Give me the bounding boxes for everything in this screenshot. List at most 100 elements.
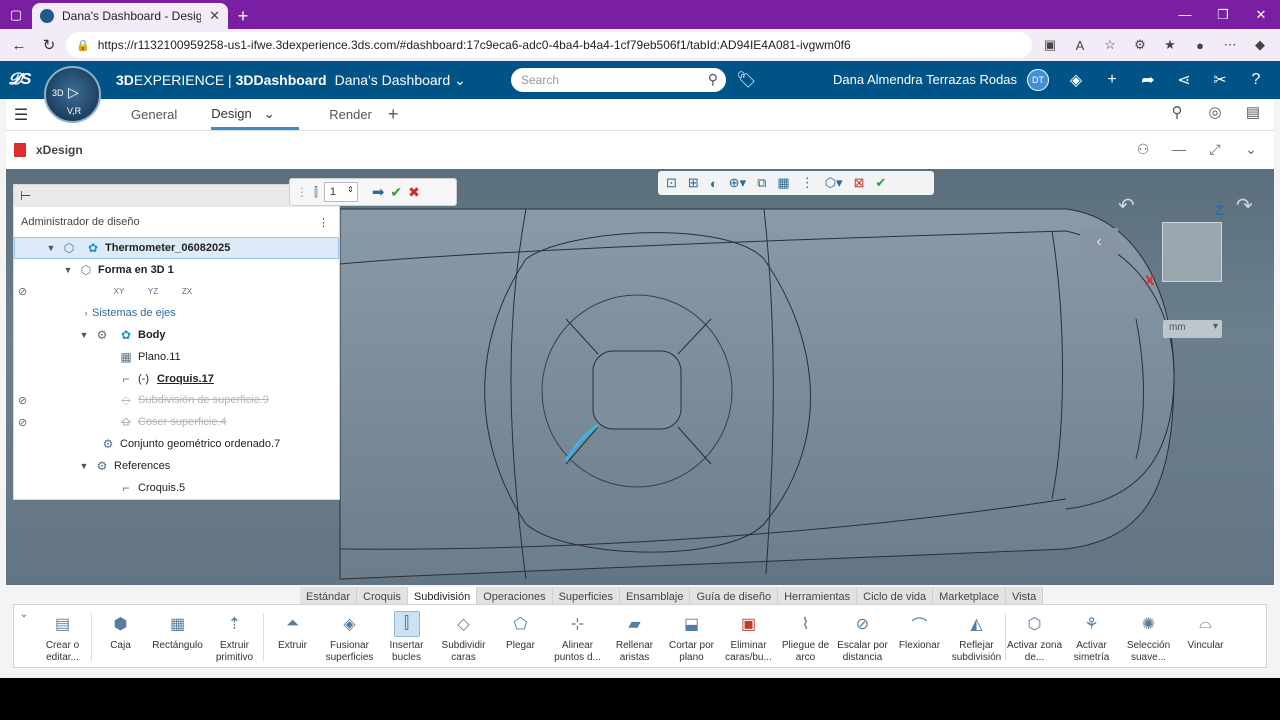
tree-row-sketch5[interactable]: ⌐ Croquis.5 <box>14 477 339 499</box>
collapse-panel-icon[interactable]: ‹ <box>1080 228 1118 256</box>
tab-render[interactable]: Render <box>329 107 372 122</box>
tree-row-axes[interactable]: › Sistemas de ejes <box>14 302 339 324</box>
extrude-primitive-button[interactable]: ⇡ Extruir primitivo <box>206 605 263 664</box>
cancel-x-icon[interactable]: ✖ <box>408 184 420 201</box>
expand-icon[interactable]: ▼ <box>78 330 90 340</box>
minimize-window-icon[interactable]: — <box>1166 0 1204 29</box>
flex-button[interactable]: ⌒ Flexionar <box>891 605 948 652</box>
minimize-widget-icon[interactable]: — <box>1170 141 1188 158</box>
collapse-action-bar-icon[interactable]: ⌄ <box>14 605 34 620</box>
site-info-icon[interactable]: 🔒 <box>76 39 90 52</box>
extensions-icon[interactable]: ⚙ <box>1126 32 1154 58</box>
tree-row-sew[interactable]: ⊘ ✿ Coser superficie.4 <box>14 411 339 433</box>
tree-row-root[interactable]: ▼ ⬡ ✿ Thermometer_06082025 <box>14 237 339 259</box>
align-points-button[interactable]: ⊹ Alinear puntos d... <box>549 605 606 664</box>
search-content-icon[interactable]: ⚲ <box>1164 103 1190 121</box>
create-edit-button[interactable]: ▤ Crear o editar... <box>34 605 91 664</box>
help-icon[interactable]: ? <box>1242 67 1270 93</box>
tag-icon[interactable]: 🏷 <box>736 70 756 90</box>
drag-handle-icon[interactable]: ⋮ <box>296 185 308 199</box>
tree-row-body[interactable]: ▼ ⚙ ✿ Body <box>14 324 339 346</box>
vr-icon[interactable]: ◎ <box>1202 103 1228 121</box>
ok-check-icon[interactable]: ✔ <box>390 184 402 201</box>
tree-structure-icon[interactable]: ⊢ <box>20 188 31 204</box>
mirror-subdivision-button[interactable]: ◭ Reflejar subdivisión <box>948 605 1005 664</box>
expand-icon[interactable]: ▼ <box>62 265 74 275</box>
tree-row-subdivision[interactable]: ⊘ ◇ Subdivisión de superficie.9 <box>14 390 339 412</box>
tree-menu-icon[interactable]: ⋮ <box>318 216 329 229</box>
zoom-area-icon[interactable]: ⊞ <box>688 175 699 191</box>
tab-actions-icon[interactable]: ▢ <box>0 0 32 29</box>
box-button[interactable]: ⬢ Caja <box>92 605 149 652</box>
reload-icon[interactable]: ↻ <box>36 32 62 58</box>
more-icon[interactable]: ⋯ <box>1216 32 1244 58</box>
hidden-eye-icon[interactable]: ⊘ <box>18 416 27 429</box>
tree-row-planes[interactable]: ⊘ XY YZ ZX <box>14 281 339 303</box>
close-window-icon[interactable]: ✕ <box>1242 0 1280 29</box>
network-icon[interactable]: ⋖ <box>1170 67 1198 93</box>
more-options-icon[interactable]: ⋮ <box>801 175 814 191</box>
plane-xy-icon[interactable]: XY <box>106 284 132 298</box>
activate-symmetry-button[interactable]: ⚘ Activar simetría <box>1063 605 1120 664</box>
plane-zx-icon[interactable]: ZX <box>174 284 200 298</box>
maximize-widget-icon[interactable]: ⤢ <box>1206 141 1224 158</box>
tools-icon[interactable]: ✂ <box>1206 67 1234 93</box>
avatar[interactable]: DT <box>1027 69 1049 91</box>
extrude-button[interactable]: ⏶ Extruir <box>264 605 321 652</box>
close-tab-icon[interactable]: ✕ <box>209 8 220 24</box>
back-icon[interactable]: ← <box>6 32 32 58</box>
comments-icon[interactable]: ▤ <box>1240 103 1266 121</box>
fit-all-icon[interactable]: ⊡ <box>666 175 677 191</box>
hidden-eye-icon[interactable]: ⊘ <box>18 285 27 298</box>
new-tab-icon[interactable]: + <box>228 3 258 29</box>
expand-icon[interactable]: › <box>80 308 92 318</box>
standard-views-icon[interactable]: ⬡▾ <box>825 175 843 191</box>
favorites-icon[interactable]: ★ <box>1156 32 1184 58</box>
subdivide-faces-button[interactable]: ◇ Subdividir caras <box>435 605 492 664</box>
tree-row-plane[interactable]: ▦ Plano.11 <box>14 346 339 368</box>
copilot-icon[interactable]: ◆ <box>1246 32 1274 58</box>
add-icon[interactable]: + <box>1098 67 1126 93</box>
read-aloud-icon[interactable]: A <box>1066 32 1094 58</box>
merge-surfaces-button[interactable]: ◈ Fusionar superficies <box>321 605 378 664</box>
hide-show-icon[interactable]: ▦ <box>777 175 789 191</box>
render-style-icon[interactable]: ◐ <box>710 176 718 191</box>
add-tab-icon[interactable]: + <box>388 104 399 125</box>
tree-row-sketch17[interactable]: ⌐ (-) Croquis.17 <box>14 368 339 390</box>
insert-loops-button[interactable]: ⫿ Insertar bucles <box>378 605 435 664</box>
fill-edges-button[interactable]: ▰ Rellenar aristas <box>606 605 663 664</box>
profile-icon[interactable]: ● <box>1186 32 1214 58</box>
share-icon[interactable]: ➦ <box>1134 67 1162 93</box>
tree-row-references[interactable]: ▼ ⚙ References <box>14 455 339 477</box>
rotate-left-icon[interactable]: ↶ <box>1118 193 1135 218</box>
link-button[interactable]: ⌓ Vincular <box>1177 605 1234 652</box>
compass-icon[interactable]: 3D ▷ V,R <box>44 66 101 123</box>
install-app-icon[interactable]: ▣ <box>1036 32 1064 58</box>
section-view-icon[interactable]: ⧉ <box>757 175 766 191</box>
user-name[interactable]: Dana Almendra Terrazas Rodas <box>833 72 1017 87</box>
search-icon[interactable]: ⚲ <box>708 71 718 88</box>
unit-select[interactable]: mm ▾ <box>1163 320 1222 338</box>
browser-tab[interactable]: Dana's Dashboard - Design ✕ <box>32 3 228 29</box>
search-input[interactable]: Search ⚲ <box>511 68 726 92</box>
favorite-star-icon[interactable]: ☆ <box>1096 32 1124 58</box>
hidden-eye-icon[interactable]: ⊘ <box>18 394 27 407</box>
rectangle-button[interactable]: ▦ Rectángulo <box>149 605 206 652</box>
view-cube[interactable] <box>1162 222 1222 282</box>
activate-zone-button[interactable]: ⬡ Activar zona de... <box>1006 605 1063 664</box>
tab-general[interactable]: General <box>131 107 177 122</box>
chevron-down-icon[interactable]: ⌄ <box>264 106 275 122</box>
expand-icon[interactable]: ▼ <box>78 461 90 471</box>
loop-count-stepper[interactable]: 1 ⇕ <box>323 182 358 202</box>
tree-row-geoset[interactable]: ⚙ Conjunto geométrico ordenado.7 <box>14 433 339 455</box>
rotate-right-icon[interactable]: ↷ <box>1236 193 1253 218</box>
tree-row-shape[interactable]: ▼ ⬡ Forma en 3D 1 <box>14 259 339 281</box>
restore-window-icon[interactable]: ❐ <box>1204 0 1242 29</box>
scale-distance-button[interactable]: ⊘ Escalar por distancia <box>834 605 891 664</box>
soft-selection-button[interactable]: ✺ Selección suave... <box>1120 605 1177 664</box>
validate-icon[interactable]: ✔ <box>875 175 886 191</box>
tab-design[interactable]: Design ⌄ <box>211 100 300 130</box>
dashboard-selector[interactable]: Dana's Dashboard ⌄ <box>335 72 466 89</box>
remove-faces-button[interactable]: ▣ Eliminar caras/bu... <box>720 605 777 664</box>
apply-arrow-icon[interactable]: ➡ <box>372 183 385 201</box>
